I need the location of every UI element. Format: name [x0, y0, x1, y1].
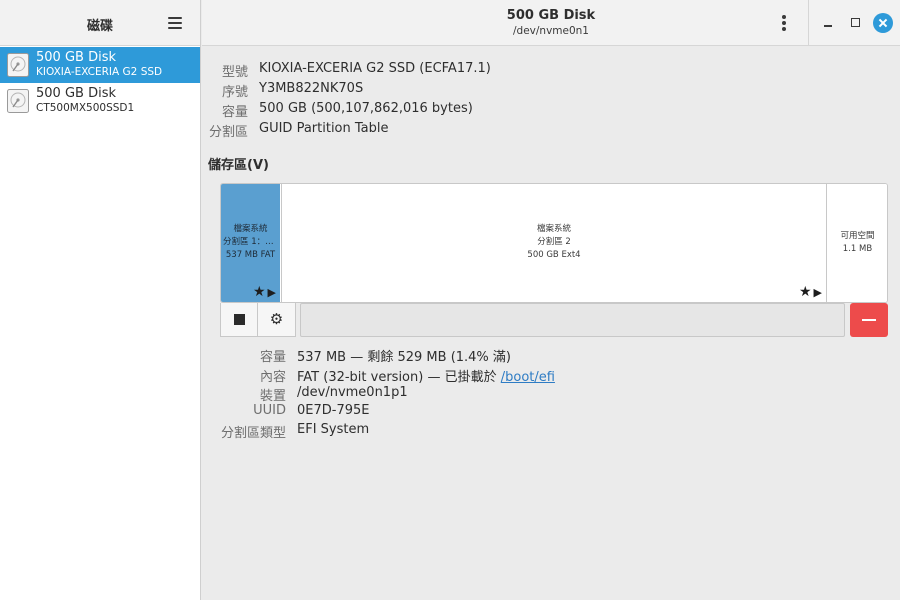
hamburger-menu-icon[interactable]: [164, 15, 186, 31]
mounted-play-icon: ▶: [813, 286, 822, 299]
close-icon[interactable]: [873, 13, 893, 33]
info-label: 容量: [259, 350, 286, 365]
minimize-icon[interactable]: [818, 13, 838, 33]
info-label: 型號: [221, 65, 248, 80]
info-label: 分割區類型: [220, 426, 286, 441]
delete-partition-button[interactable]: [850, 303, 888, 337]
window-title: 500 GB Disk: [506, 8, 596, 23]
maximize-icon[interactable]: [846, 13, 866, 33]
main-panel: 500 GB Disk /dev/nvme0n1 型號 KIOXIA-EXCER…: [202, 0, 900, 600]
partition-label: 分割區 2: [537, 237, 571, 247]
partition-1[interactable]: 檔案系統 分割區 1：E… 537 MB FAT ★ ▶: [221, 184, 280, 302]
info-value: /dev/nvme0n1p1: [297, 385, 408, 400]
info-value: GUID Partition Table: [259, 121, 389, 136]
info-value: KIOXIA-EXCERIA G2 SSD (ECFA17.1): [259, 61, 491, 76]
partition-label: 分割區 1：E…: [223, 237, 279, 247]
info-value: 500 GB (500,107,862,016 bytes): [259, 101, 473, 116]
more-options-icon[interactable]: [776, 12, 792, 34]
partition-text: 檔案系統 分割區 1：E… 537 MB FAT: [221, 223, 280, 262]
settings-gears-icon[interactable]: ⚙: [258, 303, 295, 336]
disk-item-crucial[interactable]: 500 GB Disk CT500MX500SSD1: [0, 83, 200, 119]
partition-size: 537 MB FAT: [225, 250, 276, 260]
contents-text: FAT (32-bit version) — 已掛載於: [297, 370, 501, 385]
header-bar: 500 GB Disk /dev/nvme0n1: [202, 0, 900, 46]
info-value: EFI System: [297, 422, 370, 437]
partition-type: 檔案系統: [536, 224, 571, 234]
volume-toolbar: ⚙: [220, 303, 296, 337]
mount-point-link[interactable]: /boot/efi: [501, 370, 555, 385]
info-label: UUID: [253, 403, 286, 418]
partition-type: 檔案系統: [233, 224, 268, 234]
partition-2[interactable]: 檔案系統 分割區 2 500 GB Ext4 ★ ▶: [281, 184, 827, 302]
free-space-size: 1.1 MB: [842, 244, 873, 254]
disk-model: KIOXIA-EXCERIA G2 SSD: [36, 66, 163, 78]
hard-disk-icon: [7, 89, 29, 113]
partition-text: 檔案系統 分割區 2 500 GB Ext4: [282, 223, 826, 262]
volume-toolbar-spacer: [300, 303, 845, 337]
star-icon: ★: [798, 284, 812, 300]
info-value: 0E7D-795E: [297, 403, 370, 418]
disk-name: 500 GB Disk: [36, 50, 116, 65]
free-space-label: 可用空間: [840, 231, 875, 241]
unmount-stop-icon[interactable]: [221, 303, 258, 336]
window-subtitle: /dev/nvme0n1: [513, 25, 589, 37]
volumes-heading: 儲存區(V): [208, 158, 269, 173]
hard-disk-icon: [7, 53, 29, 77]
sidebar: 磁碟 500 GB Disk KIOXIA-EXCERIA G2 SSD 500…: [0, 0, 201, 600]
disk-name: 500 GB Disk: [36, 86, 116, 101]
info-value: FAT (32-bit version) — 已掛載於 /boot/efi: [297, 366, 555, 385]
partition-text: 可用空間 1.1 MB: [828, 230, 887, 256]
volume-map: 檔案系統 分割區 1：E… 537 MB FAT ★ ▶ 檔案系統 分割區 2 5…: [220, 183, 888, 303]
info-value: 537 MB — 剩餘 529 MB (1.4% 滿): [297, 350, 511, 365]
info-label: 分割區: [208, 125, 248, 140]
header-separator: [808, 0, 809, 46]
mounted-play-icon: ▶: [267, 286, 276, 299]
partition-size: 500 GB Ext4: [527, 250, 581, 260]
info-label: 容量: [221, 105, 248, 120]
disk-model: CT500MX500SSD1: [36, 102, 135, 114]
disk-item-kioxia[interactable]: 500 GB Disk KIOXIA-EXCERIA G2 SSD: [0, 47, 200, 83]
info-label: 內容: [259, 370, 286, 385]
star-icon: ★: [252, 284, 266, 300]
partition-status-icons: ★ ▶: [252, 284, 276, 300]
sidebar-header: 磁碟: [0, 0, 200, 46]
info-value: Y3MB822NK70S: [259, 81, 364, 96]
info-label: 序號: [221, 85, 248, 100]
info-label: 裝置: [259, 389, 286, 404]
free-space[interactable]: 可用空間 1.1 MB: [828, 184, 887, 302]
partition-status-icons: ★ ▶: [798, 284, 822, 300]
